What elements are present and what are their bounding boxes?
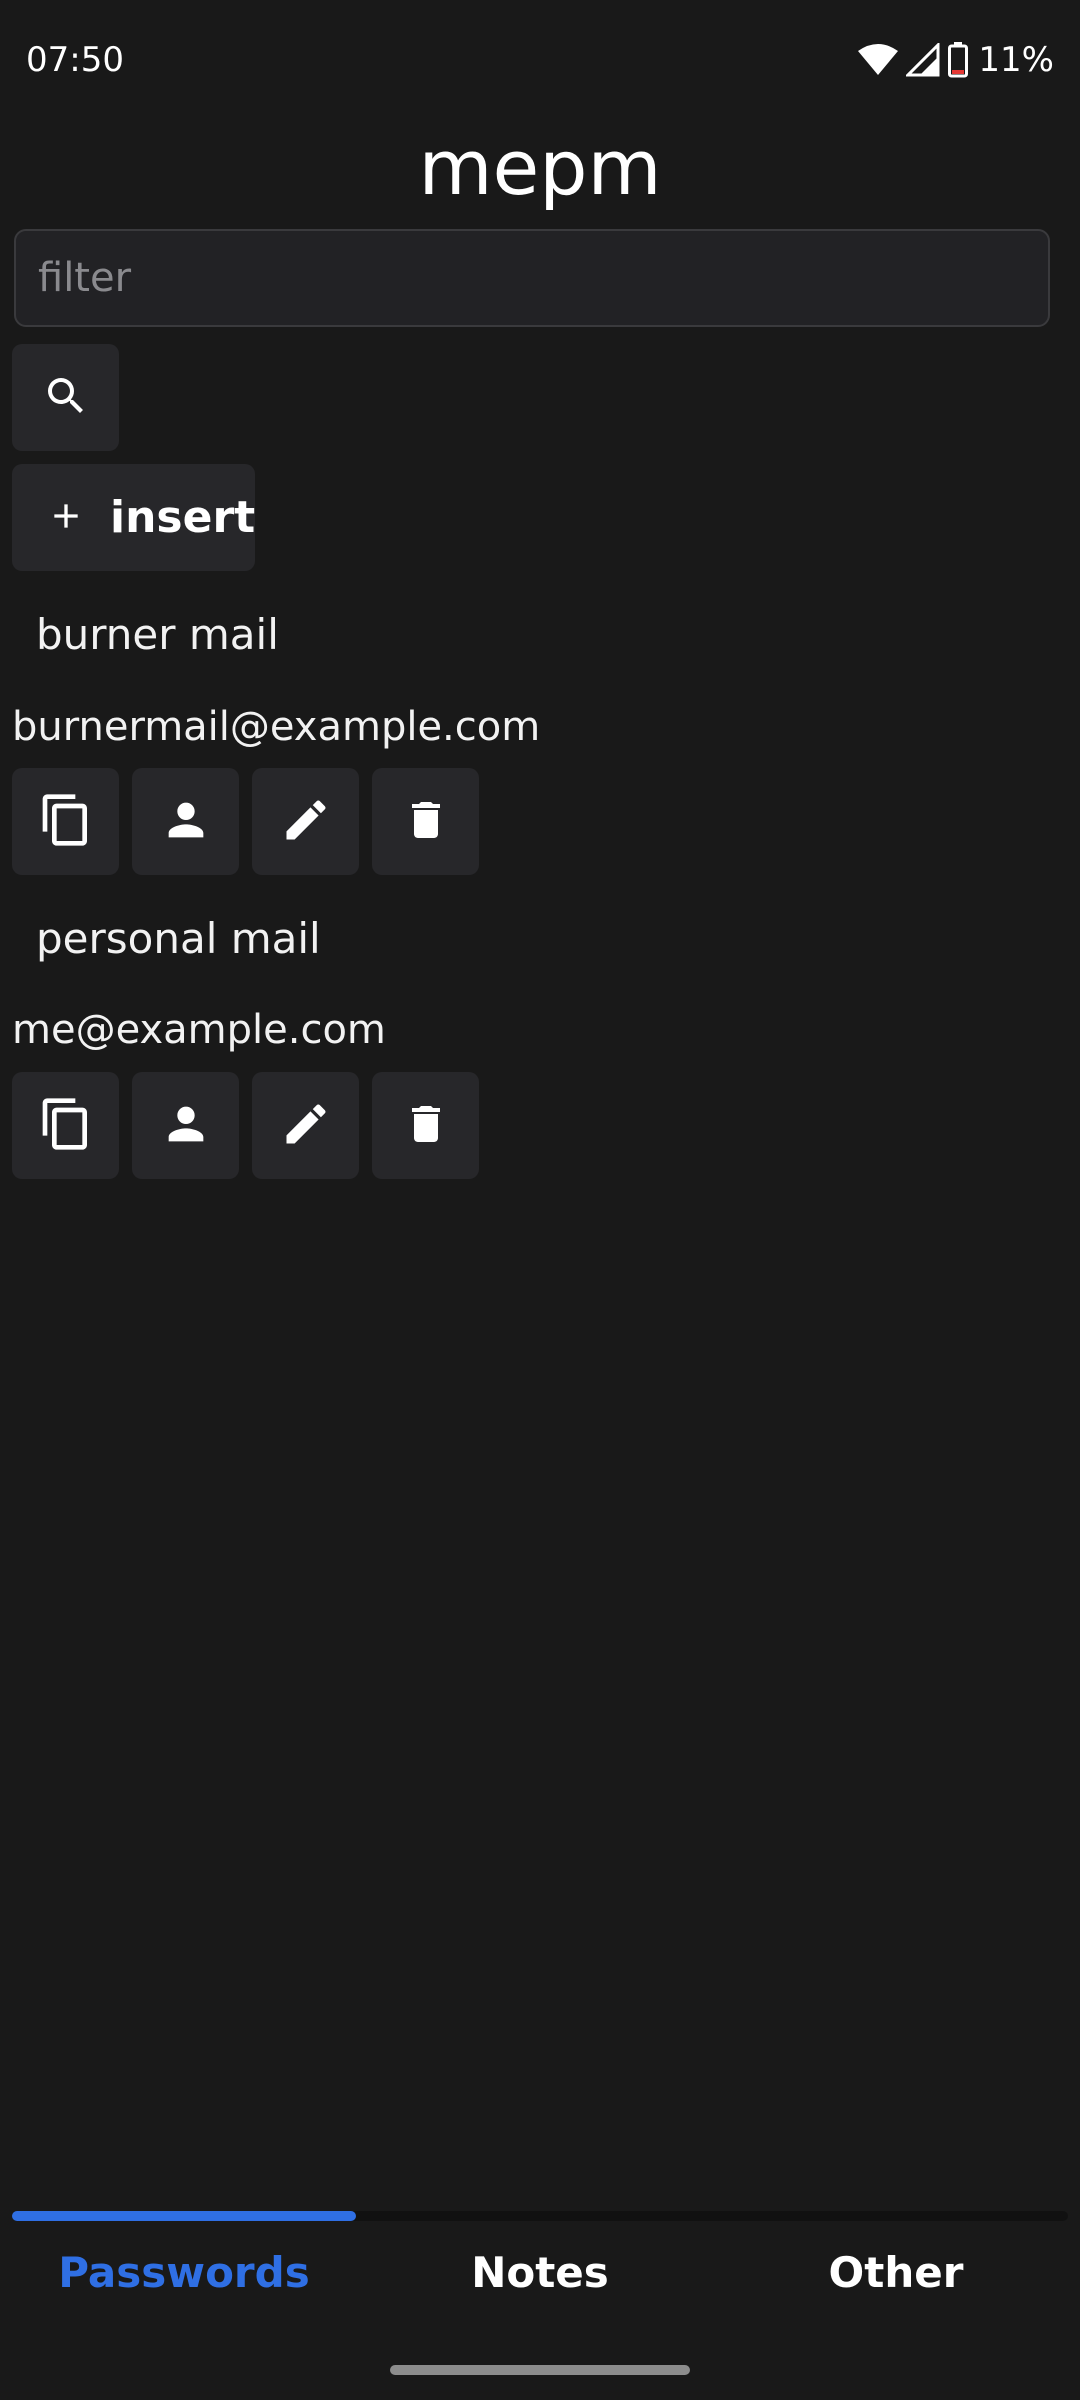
entry-username: burnermail@example.com (12, 704, 541, 750)
copy-password-button[interactable] (12, 1072, 119, 1179)
person-icon (160, 794, 212, 850)
copy-username-button[interactable] (132, 1072, 239, 1179)
entry-name: burner mail (36, 610, 279, 659)
pencil-icon (280, 794, 332, 850)
battery-percentage: 11% (978, 40, 1054, 80)
entry-name: personal mail (36, 914, 321, 963)
copy-icon (38, 792, 94, 852)
app-title: mepm (418, 123, 662, 212)
copy-icon (38, 1096, 94, 1156)
search-button[interactable] (12, 344, 119, 451)
edit-button[interactable] (252, 768, 359, 875)
tab-indicator (12, 2211, 356, 2221)
delete-button[interactable] (372, 768, 479, 875)
trash-icon (402, 796, 450, 848)
trash-icon (402, 1100, 450, 1152)
plus-icon (46, 496, 86, 540)
pencil-icon (280, 1098, 332, 1154)
status-time: 07:50 (26, 40, 124, 80)
copy-username-button[interactable] (132, 768, 239, 875)
filter-input[interactable] (14, 229, 1050, 327)
home-indicator[interactable] (390, 2365, 690, 2375)
tab-notes[interactable]: Notes (390, 2248, 690, 2297)
tab-other[interactable]: Other (746, 2248, 1046, 2297)
insert-button[interactable]: insert (12, 464, 255, 571)
delete-button[interactable] (372, 1072, 479, 1179)
copy-password-button[interactable] (12, 768, 119, 875)
status-bar: 07:50 11% (0, 0, 1080, 120)
edit-button[interactable] (252, 1072, 359, 1179)
signal-icon (906, 43, 940, 77)
insert-label: insert (110, 492, 256, 543)
entry-username: me@example.com (12, 1007, 386, 1053)
status-icons: 11% (858, 40, 1054, 80)
search-icon (42, 372, 90, 424)
tab-passwords[interactable]: Passwords (34, 2248, 334, 2297)
wifi-icon (858, 43, 899, 77)
person-icon (160, 1098, 212, 1154)
battery-icon (948, 42, 969, 78)
